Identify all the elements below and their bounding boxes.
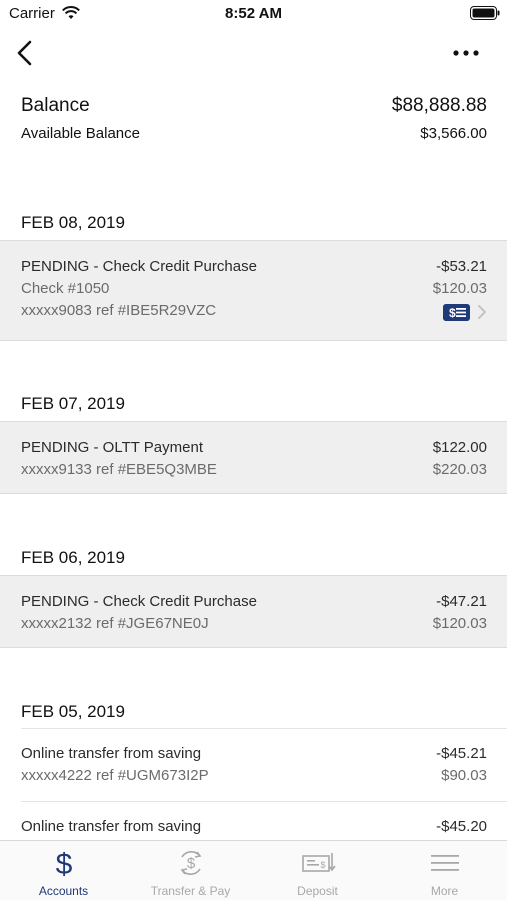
transaction-amount: -$47.21 <box>436 593 487 610</box>
tab-bar: $ Accounts $ Transfer & Pay $ Deposit Mo… <box>0 840 507 900</box>
nav-bar <box>0 28 507 78</box>
date-header: FEB 05, 2019 <box>21 702 125 721</box>
transaction-title: PENDING - Check Credit Purchase <box>21 258 257 275</box>
running-balance: $90.03 <box>441 767 487 784</box>
transaction-title: PENDING - OLTT Payment <box>21 439 203 456</box>
available-balance-label: Available Balance <box>21 125 140 142</box>
tab-accounts[interactable]: $ Accounts <box>0 841 127 900</box>
transaction-amount: -$53.21 <box>436 258 487 275</box>
balance-label: Balance <box>21 95 90 116</box>
transaction-title: Online transfer from saving <box>21 818 202 835</box>
transaction-reference: xxxxx2132 ref #JGE67NE0J <box>21 615 209 632</box>
transaction-row[interactable]: PENDING - Check Credit Purchase -$53.21 … <box>0 240 507 341</box>
back-chevron-icon[interactable] <box>12 38 38 68</box>
transaction-row[interactable]: Online transfer from saving -$45.20 <box>0 802 507 840</box>
more-dots-icon[interactable] <box>448 42 484 64</box>
date-header: FEB 06, 2019 <box>21 548 125 567</box>
running-balance: $120.03 <box>432 280 487 297</box>
tab-deposit[interactable]: $ Deposit <box>254 841 381 900</box>
transaction-reference: xxxxx9133 ref #EBE5Q3MBE <box>21 461 217 478</box>
available-balance-value: $3,566.00 <box>420 125 487 142</box>
chevron-right-icon <box>478 305 486 319</box>
transaction-row[interactable]: PENDING - OLTT Payment $122.00 xxxxx9133… <box>0 421 507 494</box>
dollar-icon: $ <box>55 848 72 879</box>
svg-text:$: $ <box>186 855 195 872</box>
transfer-dollar-icon: $ <box>180 851 201 875</box>
battery-icon <box>470 6 500 20</box>
available-balance-row: Available Balance $3,566.00 <box>21 125 487 142</box>
date-header: FEB 07, 2019 <box>21 394 125 413</box>
tab-label: Accounts <box>38 884 89 898</box>
transaction-title: Online transfer from saving <box>21 745 202 762</box>
tab-label: More <box>430 884 459 898</box>
tab-transfer-pay[interactable]: $ Transfer & Pay <box>127 841 254 900</box>
transaction-amount: -$45.21 <box>436 745 487 762</box>
check-number: Check #1050 <box>21 280 110 297</box>
tab-label: Deposit <box>297 884 338 898</box>
svg-text:$: $ <box>55 848 72 879</box>
tab-more[interactable]: More <box>381 841 507 900</box>
menu-icon <box>430 855 459 871</box>
transaction-amount: $122.00 <box>432 439 487 456</box>
tab-label: Transfer & Pay <box>150 884 231 898</box>
transaction-row[interactable]: PENDING - Check Credit Purchase -$47.21 … <box>0 575 507 648</box>
date-header: FEB 08, 2019 <box>21 213 125 232</box>
transaction-row[interactable]: Online transfer from saving -$45.21 xxxx… <box>0 729 507 801</box>
check-image-icon[interactable]: $ <box>443 304 470 321</box>
transaction-amount: -$45.20 <box>436 818 487 835</box>
transaction-reference: xxxxx9083 ref #IBE5R29VZC <box>21 302 217 319</box>
balance-row: Balance $88,888.88 <box>21 95 487 117</box>
running-balance: $220.03 <box>432 461 487 478</box>
status-time: 8:52 AM <box>225 5 282 22</box>
svg-text:$: $ <box>449 306 456 320</box>
transaction-reference: xxxxx4222 ref #UGM673I2P <box>21 767 209 784</box>
deposit-check-icon: $ <box>301 853 336 872</box>
status-bar: Carrier 8:52 AM <box>0 0 507 28</box>
balance-value: $88,888.88 <box>391 95 487 116</box>
svg-text:$: $ <box>320 860 325 870</box>
transaction-title: PENDING - Check Credit Purchase <box>21 593 257 610</box>
running-balance: $120.03 <box>432 615 487 632</box>
